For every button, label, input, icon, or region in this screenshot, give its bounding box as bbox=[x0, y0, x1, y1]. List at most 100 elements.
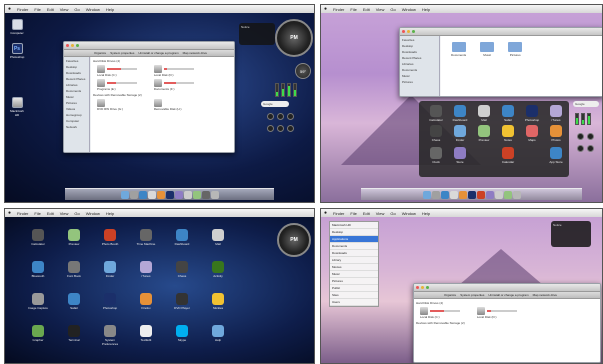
launchpad-app[interactable]: Dashboard bbox=[449, 105, 471, 122]
sidebar-item[interactable]: Music bbox=[402, 74, 437, 78]
app-icon[interactable] bbox=[476, 191, 485, 199]
sidebar-item[interactable]: Libraries bbox=[66, 83, 87, 87]
menu-file[interactable]: File bbox=[350, 211, 356, 216]
media-button-icon[interactable] bbox=[577, 133, 584, 140]
window-titlebar[interactable] bbox=[64, 42, 234, 50]
close-button[interactable] bbox=[66, 44, 69, 47]
notice-widget[interactable]: Notice bbox=[551, 221, 591, 247]
stack-item-selected[interactable]: Applications bbox=[330, 236, 378, 243]
launchpad-app[interactable]: Preview bbox=[473, 125, 495, 142]
stack-menu[interactable]: Macintosh HD Desktop Applications Docume… bbox=[329, 221, 379, 307]
media-button-icon[interactable] bbox=[587, 145, 594, 152]
weather-widget[interactable]: 59° bbox=[295, 63, 311, 79]
computer-window[interactable]: Organize System properties Uninstall or … bbox=[413, 283, 601, 363]
launchpad-app[interactable]: Finder bbox=[449, 125, 471, 142]
menu-file[interactable]: File bbox=[350, 7, 356, 12]
sidebar-item[interactable]: Pictures bbox=[402, 80, 437, 84]
launchpad-app[interactable]: Calendar bbox=[497, 147, 519, 164]
launchpad-app[interactable]: Dashboard bbox=[171, 229, 193, 246]
sidebar-item[interactable]: Favorites bbox=[402, 38, 437, 42]
menu-window[interactable]: Window bbox=[86, 211, 100, 216]
app-store-icon[interactable] bbox=[192, 191, 201, 199]
computer-window[interactable]: Organize System properties Uninstall or … bbox=[63, 41, 235, 153]
stack-item[interactable]: Movies bbox=[330, 264, 378, 271]
desktop-icon-hd[interactable]: Macintosh HD bbox=[10, 97, 24, 117]
tab-organize[interactable]: Organize bbox=[94, 51, 106, 55]
menu-edit[interactable]: Edit bbox=[363, 7, 370, 12]
preview-icon[interactable] bbox=[494, 191, 503, 199]
menu-finder[interactable]: Finder bbox=[333, 211, 344, 216]
trash-icon[interactable] bbox=[512, 191, 521, 199]
close-button[interactable] bbox=[402, 30, 405, 33]
launchpad-app[interactable]: Mail bbox=[473, 105, 495, 122]
launchpad-app[interactable]: Photoshop bbox=[521, 105, 543, 122]
drive-item[interactable]: DVD RW Drive (G:) bbox=[97, 99, 145, 111]
notice-widget[interactable]: Notice bbox=[239, 23, 275, 45]
launchpad-app[interactable]: Photos bbox=[545, 125, 567, 142]
mail-icon[interactable] bbox=[449, 191, 458, 199]
launchpad-app[interactable]: Image Capture bbox=[27, 293, 49, 310]
desktop-icon-computer[interactable]: Computer bbox=[10, 19, 24, 35]
window-titlebar[interactable] bbox=[400, 28, 602, 36]
preview-icon[interactable] bbox=[183, 191, 192, 199]
menu-help[interactable]: Help bbox=[106, 7, 114, 12]
zoom-button[interactable] bbox=[76, 44, 79, 47]
apple-icon[interactable]: ● bbox=[324, 210, 327, 216]
safari-icon[interactable] bbox=[440, 191, 449, 199]
media-button-icon[interactable] bbox=[267, 113, 274, 120]
system-icon[interactable] bbox=[129, 191, 138, 199]
launchpad-app[interactable]: Mail bbox=[207, 229, 229, 246]
minimize-button[interactable] bbox=[407, 30, 410, 33]
launchpad-app[interactable]: Notes bbox=[497, 125, 519, 142]
app-store-icon[interactable] bbox=[503, 191, 512, 199]
sidebar-item[interactable]: Documents bbox=[402, 68, 437, 72]
launchpad-app[interactable]: Finder bbox=[99, 261, 121, 278]
launchpad-app[interactable]: Maps bbox=[521, 125, 543, 142]
photoshop-icon[interactable] bbox=[165, 191, 174, 199]
launchpad-app[interactable]: Preview bbox=[63, 229, 85, 246]
sidebar-item[interactable]: Favorites bbox=[66, 59, 87, 63]
media-button-icon[interactable] bbox=[587, 133, 594, 140]
launchpad-app[interactable]: iTunes bbox=[135, 261, 157, 278]
launchpad-app[interactable]: System Preferences bbox=[99, 325, 121, 346]
apple-icon[interactable]: ● bbox=[8, 6, 11, 12]
launchpad-app[interactable]: Terminal bbox=[63, 325, 85, 342]
tab-map-drive[interactable]: Map network drive bbox=[183, 51, 208, 55]
mail-icon[interactable] bbox=[147, 191, 156, 199]
window-titlebar[interactable] bbox=[414, 284, 600, 292]
sidebar-item[interactable]: Desktop bbox=[402, 44, 437, 48]
launchpad-app[interactable]: Font Book bbox=[63, 261, 85, 278]
menu-go[interactable]: Go bbox=[74, 7, 79, 12]
sidebar-item[interactable]: Documents bbox=[66, 89, 87, 93]
launchpad-app[interactable]: Calculator bbox=[27, 229, 49, 246]
drive-item[interactable]: Programs (E:) bbox=[97, 79, 145, 91]
terminal-icon[interactable] bbox=[201, 191, 210, 199]
zoom-button[interactable] bbox=[426, 286, 429, 289]
photoshop-icon[interactable] bbox=[467, 191, 476, 199]
firefox-icon[interactable] bbox=[156, 191, 165, 199]
stack-item[interactable]: Pictures bbox=[330, 278, 378, 285]
menu-file[interactable]: File bbox=[34, 7, 40, 12]
folder-item[interactable]: Pictures bbox=[508, 42, 523, 90]
launchpad-app[interactable]: Chess bbox=[425, 125, 447, 142]
menu-window[interactable]: Window bbox=[402, 211, 416, 216]
zoom-button[interactable] bbox=[412, 30, 415, 33]
stack-item[interactable]: Macintosh HD bbox=[330, 222, 378, 229]
stack-item[interactable]: Music bbox=[330, 271, 378, 278]
itunes-icon[interactable] bbox=[485, 191, 494, 199]
launchpad-app[interactable]: Firefox bbox=[135, 293, 157, 310]
folder-item[interactable]: Music bbox=[480, 42, 495, 90]
sidebar-item[interactable]: Pictures bbox=[66, 101, 87, 105]
media-button-icon[interactable] bbox=[277, 113, 284, 120]
media-button-icon[interactable] bbox=[267, 125, 274, 132]
sidebar-item[interactable]: Music bbox=[66, 95, 87, 99]
drive-item[interactable]: Local Disk (D:) bbox=[153, 65, 202, 77]
launchpad-app[interactable]: Activity bbox=[207, 261, 229, 278]
launchpad-app[interactable]: TextEdit bbox=[135, 325, 157, 342]
firefox-icon[interactable] bbox=[458, 191, 467, 199]
drive-item[interactable]: Local Disk (D:) bbox=[476, 307, 525, 319]
minimize-button[interactable] bbox=[71, 44, 74, 47]
media-button-icon[interactable] bbox=[277, 125, 284, 132]
apple-icon[interactable]: ● bbox=[8, 210, 11, 216]
launchpad-app[interactable]: iTunes bbox=[545, 105, 567, 122]
